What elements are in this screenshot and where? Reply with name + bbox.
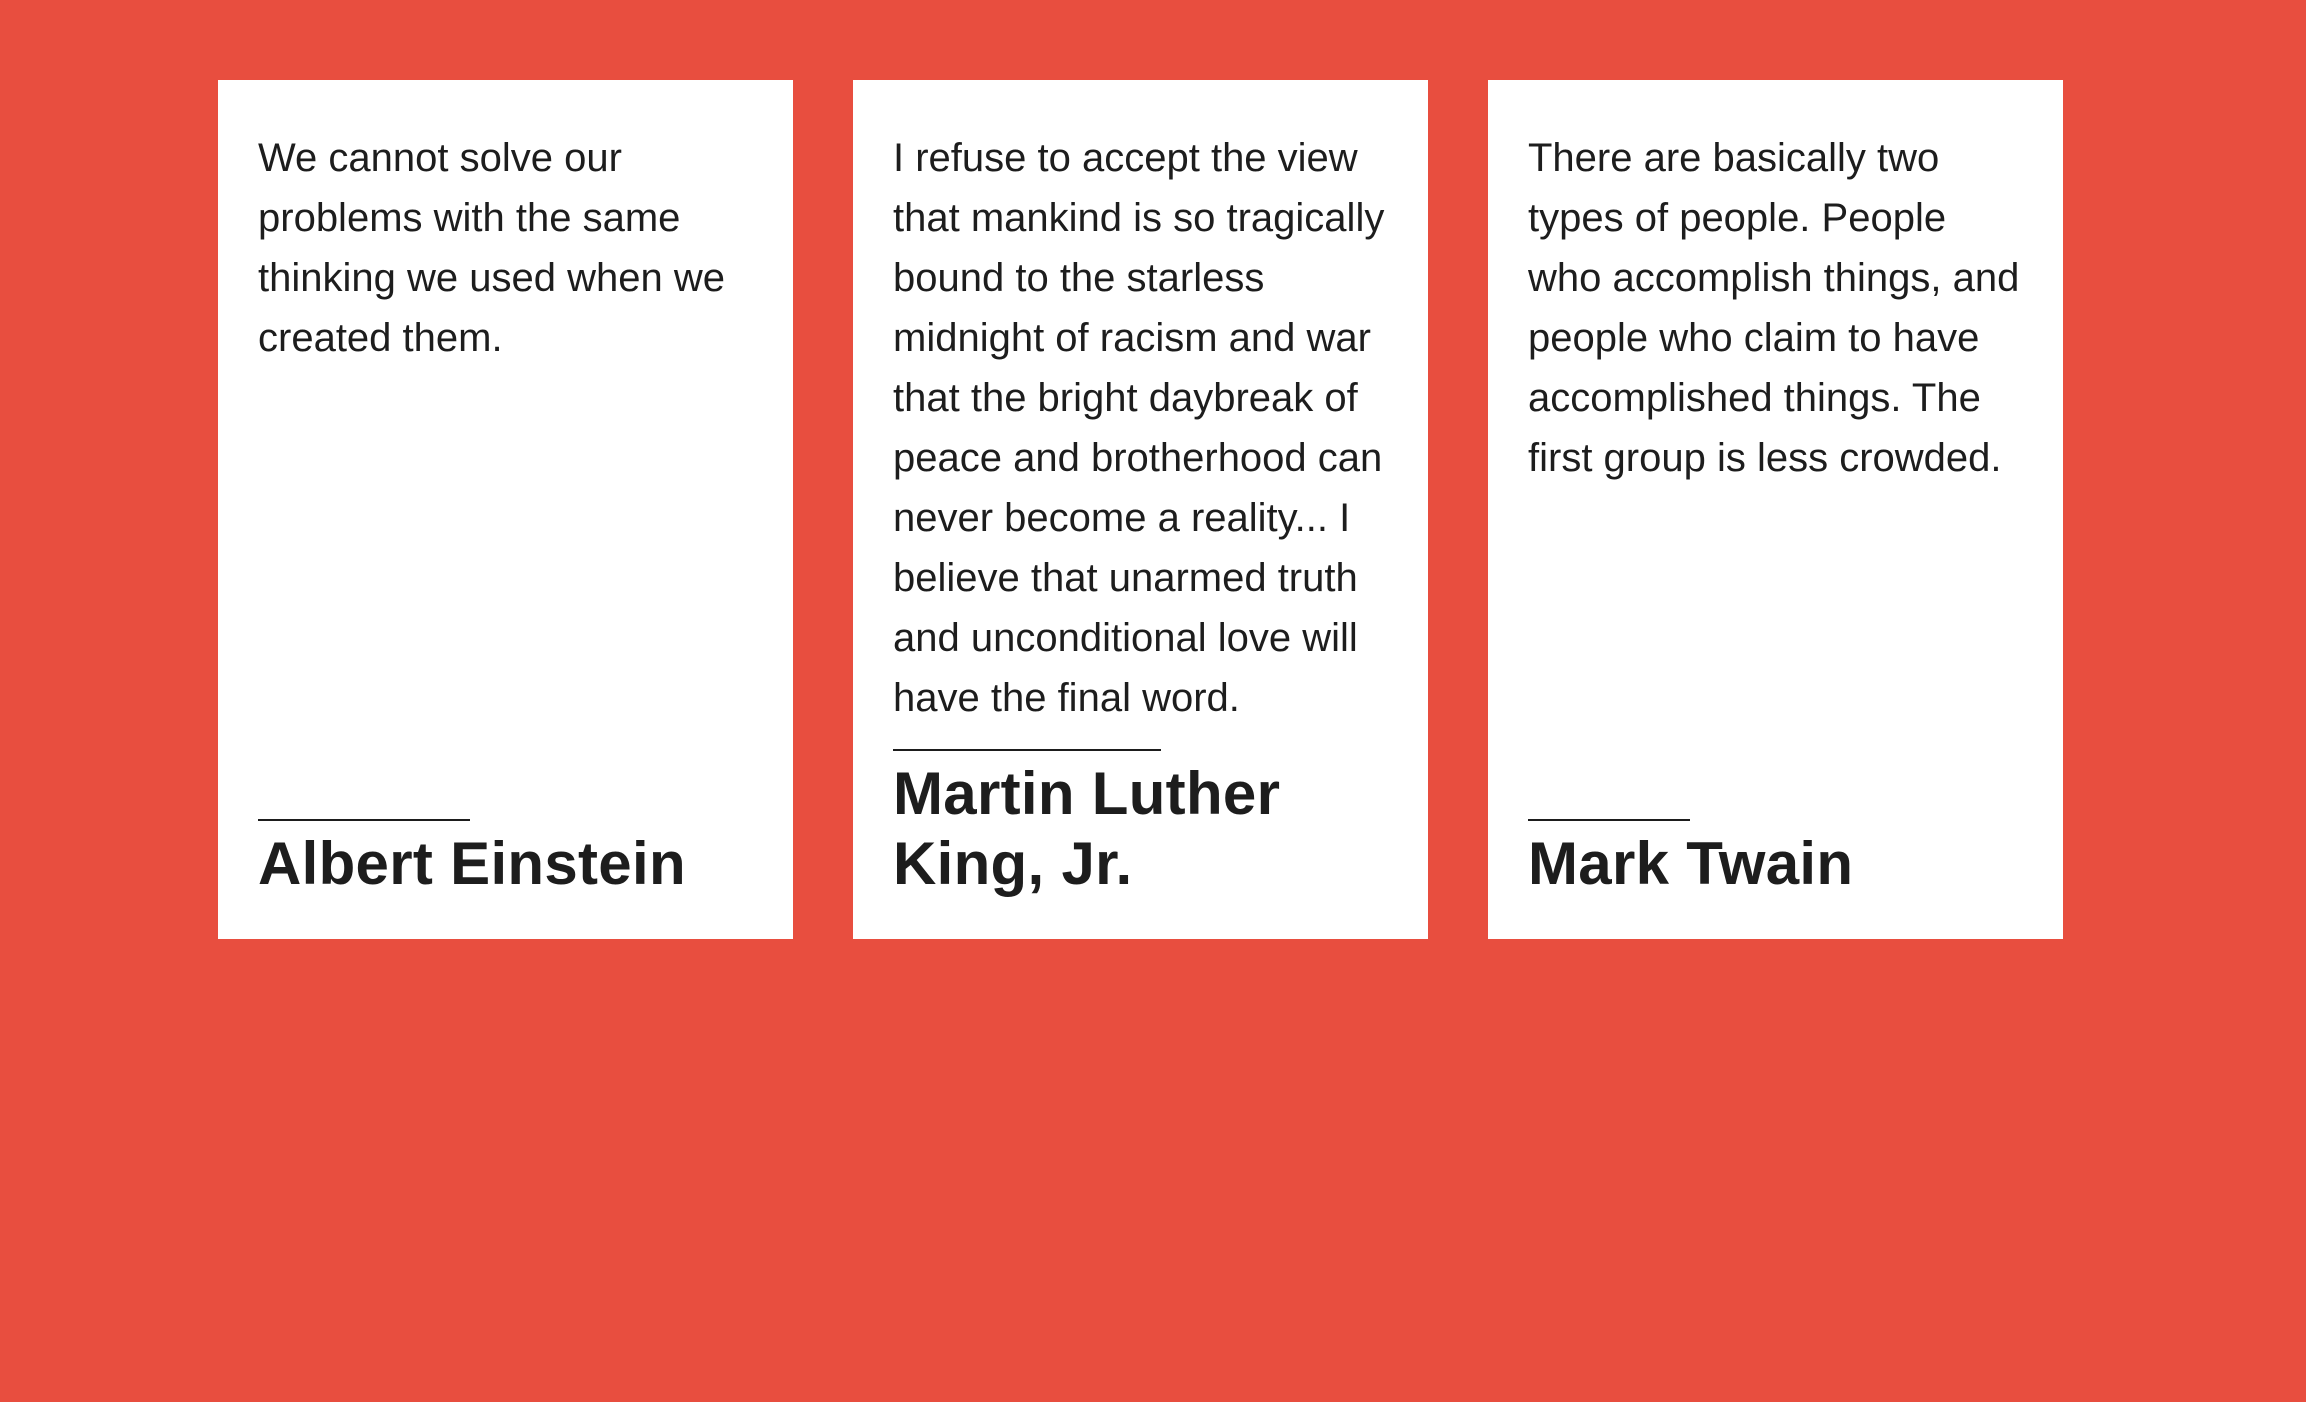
quote-text: I refuse to accept the view that mankind…: [893, 136, 1385, 720]
page: { "page": { "background_color": "#e84e3f…: [0, 0, 2306, 1402]
quote-card-king: I refuse to accept the view that mankind…: [853, 80, 1428, 939]
author-divider: [1528, 819, 1690, 821]
author-block: Albert Einstein: [258, 819, 753, 899]
quote-text: We cannot solve our problems with the sa…: [258, 136, 725, 360]
author-divider: [258, 819, 470, 821]
author-name: Albert Einstein: [258, 830, 686, 897]
quote-card-twain: There are basically two types of people.…: [1488, 80, 2063, 939]
author-name: Martin Luther King, Jr.: [893, 760, 1281, 897]
quote-cards: We cannot solve our problems with the sa…: [218, 80, 2063, 939]
author-name: Mark Twain: [1528, 830, 1854, 897]
author-block: Mark Twain: [1528, 819, 2023, 899]
quote-text: There are basically two types of people.…: [1528, 136, 2020, 480]
quote-card-einstein: We cannot solve our problems with the sa…: [218, 80, 793, 939]
author-divider: [893, 749, 1161, 751]
author-block: Martin Luther King, Jr.: [893, 749, 1388, 899]
